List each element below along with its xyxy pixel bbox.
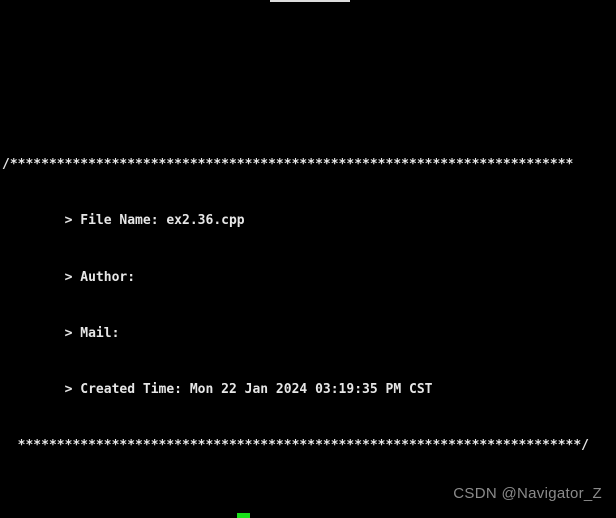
- terminal-row-partial: [0, 63, 616, 82]
- terminal-screen: /***************************************…: [0, 0, 616, 518]
- comment-line-file-name: > File Name: ex2.36.cpp: [2, 213, 245, 229]
- comment-top-border: /***************************************…: [2, 157, 574, 173]
- csdn-watermark: CSDN @Navigator_Z: [453, 485, 602, 503]
- comment-line-created-time: > Created Time: Mon 22 Jan 2024 03:19:35…: [2, 381, 433, 397]
- comment-bottom-border: ****************************************…: [2, 437, 589, 453]
- terminal-cursor: [237, 513, 250, 518]
- comment-line-mail: > Mail:: [2, 325, 128, 341]
- comment-line-author: > Author:: [2, 269, 143, 285]
- terminal-row-blank: [0, 512, 616, 518]
- terminal-window[interactable]: /***************************************…: [0, 0, 616, 518]
